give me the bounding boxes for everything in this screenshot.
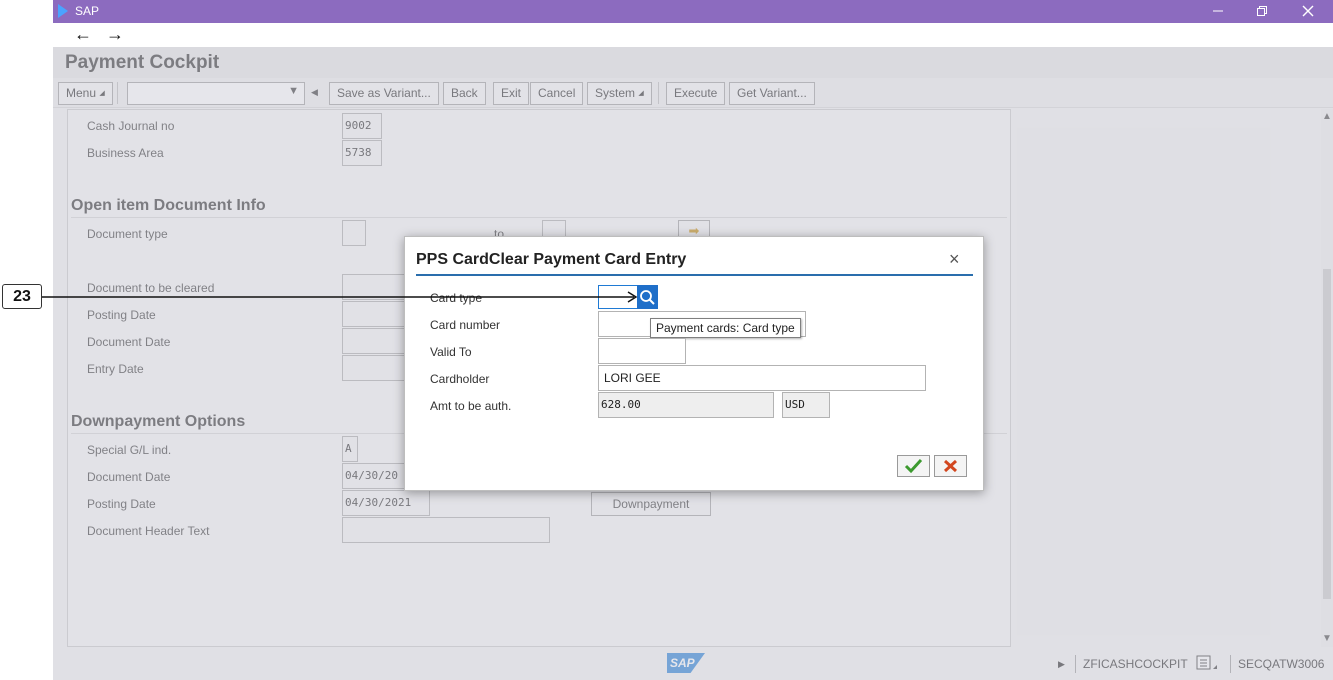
confirm-button[interactable] xyxy=(897,455,930,477)
amount-label: Amt to be auth. xyxy=(430,399,512,413)
valid-to-field[interactable] xyxy=(598,338,686,364)
card-type-tooltip: Payment cards: Card type xyxy=(650,318,801,338)
back-arrow-icon[interactable]: ← xyxy=(69,23,97,47)
cardholder-label: Cardholder xyxy=(430,372,490,386)
minimize-button[interactable] xyxy=(1195,0,1241,23)
restore-icon xyxy=(1257,6,1267,16)
close-icon xyxy=(1302,5,1314,17)
cancel-dialog-button[interactable] xyxy=(934,455,967,477)
close-icon[interactable]: × xyxy=(949,249,960,270)
valid-to-label: Valid To xyxy=(430,345,472,359)
card-type-field[interactable] xyxy=(598,285,638,309)
payment-card-dialog: PPS CardClear Payment Card Entry × Card … xyxy=(404,236,984,491)
checkmark-icon xyxy=(904,458,923,474)
step-callout: 23 xyxy=(2,284,42,309)
close-window-button[interactable] xyxy=(1285,0,1331,23)
title-bar: SAP xyxy=(53,0,1333,23)
minimize-icon xyxy=(1213,10,1223,12)
card-number-label: Card number xyxy=(430,318,501,332)
dialog-title: PPS CardClear Payment Card Entry xyxy=(416,251,687,268)
cancel-x-icon xyxy=(943,459,958,473)
card-type-label: Card type xyxy=(430,291,483,305)
navigation-bar: ← → xyxy=(53,23,1333,47)
search-icon xyxy=(640,290,655,305)
restore-button[interactable] xyxy=(1239,0,1285,23)
app-title: SAP xyxy=(75,4,100,18)
sap-gui-logo-icon xyxy=(58,4,68,18)
forward-arrow-icon[interactable]: → xyxy=(101,23,129,47)
value-help-button[interactable] xyxy=(637,285,658,309)
currency-field: USD xyxy=(782,392,830,418)
dialog-title-underline xyxy=(416,274,973,276)
cardholder-field[interactable]: LORI GEE xyxy=(598,365,926,391)
amount-field: 628.00 xyxy=(598,392,774,418)
